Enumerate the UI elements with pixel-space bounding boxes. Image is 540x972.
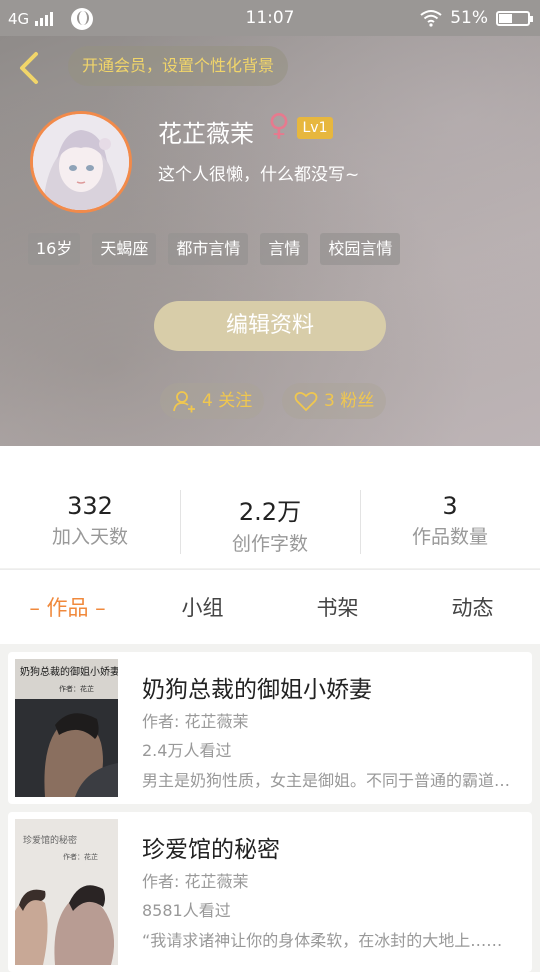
stat-works-count: 3 作品数量 [360, 492, 540, 549]
work-card[interactable]: 珍爱馆的秘密 作者：花芷 珍爱馆的秘密 作者: 花芷薇茉 8581人看过 “我请… [8, 812, 532, 972]
book-cover[interactable]: 奶狗总裁的御姐小娇妻 作者：花芷 [15, 659, 118, 797]
following-label: 4 关注 [202, 391, 253, 411]
add-user-icon [173, 391, 195, 413]
tag: 言情 [260, 233, 309, 265]
cover-title: 珍爱馆的秘密 [23, 834, 77, 846]
tag: 都市言情 [168, 233, 249, 265]
user-bio: 这个人很懒，什么都没写~ [158, 165, 360, 185]
book-title[interactable]: 奶狗总裁的御姐小娇妻 [142, 670, 372, 704]
book-author: 作者: 花芷薇茉 [142, 712, 249, 731]
work-card[interactable]: 奶狗总裁的御姐小娇妻 作者：花芷 奶狗总裁的御姐小娇妻 作者: 花芷薇茉 2.4… [8, 652, 532, 804]
book-title[interactable]: 珍爱馆的秘密 [142, 830, 280, 864]
battery-percent: 51% [450, 8, 488, 28]
tag: 16岁 [28, 233, 81, 265]
stat-value: 3 [442, 492, 458, 520]
status-right: 51% [420, 8, 533, 28]
wifi-icon [420, 10, 442, 27]
book-author: 作者: 花芷薇茉 [142, 872, 249, 891]
stat-label: 作品数量 [411, 526, 488, 548]
battery-fill [499, 13, 512, 23]
book-views: 2.4万人看过 [142, 741, 232, 760]
user-name: 花芷薇茉 [158, 120, 254, 148]
stats-panel: 332 加入天数 2.2万 创作字数 3 作品数量 [0, 446, 540, 568]
book-description: “我请求诸神让你的身体柔软，在冰封的大地上…… [142, 931, 503, 950]
fans-button[interactable]: 3 粉丝 [282, 383, 387, 419]
tag: 校园言情 [320, 233, 401, 265]
level-badge: Lv1 [297, 117, 333, 139]
tab-bookshelf[interactable]: 书架 [270, 592, 405, 622]
edit-profile-button[interactable]: 编辑资料 [154, 301, 386, 351]
tab-groups[interactable]: 小组 [135, 592, 270, 622]
book-description: 男主是奶狗性质，女主是御姐。不同于普通的霸道总裁文…… [142, 771, 514, 790]
book-cover[interactable]: 珍爱馆的秘密 作者：花芷 [15, 819, 118, 965]
stat-word-count: 2.2万 创作字数 [180, 492, 360, 556]
female-gender-icon: ♀ [268, 108, 290, 143]
stat-label: 创作字数 [231, 533, 308, 555]
tab-activity[interactable]: 动态 [405, 592, 540, 622]
following-button[interactable]: 4 关注 [160, 383, 265, 419]
tab-works[interactable]: – 作品 – [0, 592, 135, 622]
vip-banner[interactable]: 开通会员，设置个性化背景 [68, 46, 289, 86]
status-bar: 4G 11:07 51% [0, 0, 540, 36]
stat-value: 2.2万 [238, 498, 302, 526]
stat-join-days: 332 加入天数 [0, 492, 180, 549]
stat-value: 332 [67, 492, 113, 520]
cover-title: 奶狗总裁的御姐小娇妻 [20, 665, 118, 678]
profile-header: 开通会员，设置个性化背景 花芷薇茉 ♀ Lv1 这个人很懒，什么都没写~ 16岁… [0, 36, 540, 446]
tag-list: 16岁 天蝎座 都市言情 言情 校园言情 [28, 233, 401, 265]
heart-icon [294, 391, 318, 412]
fans-label: 3 粉丝 [324, 391, 375, 411]
battery-icon [496, 10, 533, 26]
book-views: 8581人看过 [142, 901, 231, 920]
back-arrow-icon[interactable] [14, 50, 44, 86]
cover-author: 作者：花芷 [59, 684, 94, 693]
tab-bar: – 作品 – 小组 书架 动态 [0, 569, 540, 644]
cover-author: 作者：花芷 [63, 852, 98, 861]
stat-label: 加入天数 [51, 526, 128, 548]
tag: 天蝎座 [92, 233, 157, 265]
avatar[interactable] [30, 111, 132, 213]
